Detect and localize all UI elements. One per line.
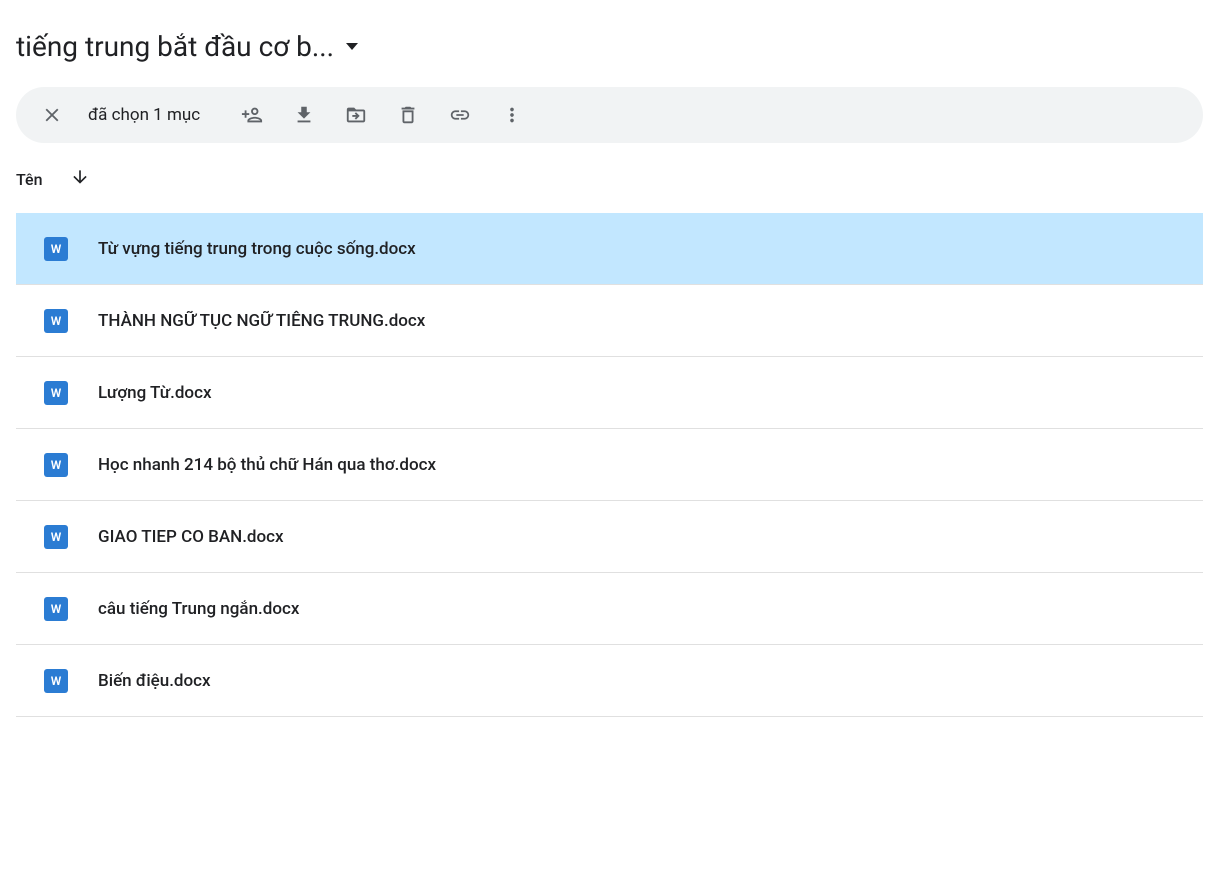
file-row[interactable]: W THÀNH NGỮ TỤC NGỮ TIÊNG TRUNG.docx bbox=[16, 285, 1203, 357]
selection-count-text: đã chọn 1 mục bbox=[88, 105, 200, 125]
folder-header: tiếng trung bắt đầu cơ b... bbox=[16, 16, 1203, 87]
file-name: câu tiếng Trung ngắn.docx bbox=[98, 599, 299, 619]
delete-button[interactable] bbox=[388, 95, 428, 135]
word-doc-icon: W bbox=[44, 381, 68, 405]
file-row[interactable]: W Biến điệu.docx bbox=[16, 645, 1203, 717]
word-doc-icon: W bbox=[44, 525, 68, 549]
folder-move-icon bbox=[345, 104, 367, 126]
word-doc-icon: W bbox=[44, 669, 68, 693]
word-doc-icon: W bbox=[44, 237, 68, 261]
download-button[interactable] bbox=[284, 95, 324, 135]
selection-toolbar: đã chọn 1 mục bbox=[16, 87, 1203, 143]
download-icon bbox=[293, 104, 315, 126]
caret-down-icon[interactable] bbox=[346, 43, 358, 50]
column-header-row: Tên bbox=[16, 143, 1203, 205]
link-icon bbox=[449, 104, 471, 126]
arrow-down-icon bbox=[70, 167, 90, 187]
word-doc-icon: W bbox=[44, 597, 68, 621]
more-button[interactable] bbox=[492, 95, 532, 135]
file-name: Biến điệu.docx bbox=[98, 671, 211, 691]
more-vert-icon bbox=[501, 104, 523, 126]
word-doc-icon: W bbox=[44, 453, 68, 477]
close-icon bbox=[41, 104, 63, 126]
link-button[interactable] bbox=[440, 95, 480, 135]
file-name: Học nhanh 214 bộ thủ chữ Hán qua thơ.doc… bbox=[98, 455, 436, 475]
file-list: W Từ vựng tiếng trung trong cuộc sống.doc… bbox=[16, 213, 1203, 717]
word-doc-icon: W bbox=[44, 309, 68, 333]
file-row[interactable]: W GIAO TIEP CO BAN.docx bbox=[16, 501, 1203, 573]
trash-icon bbox=[397, 104, 419, 126]
file-name: GIAO TIEP CO BAN.docx bbox=[98, 527, 284, 547]
person-add-icon bbox=[241, 104, 263, 126]
file-row[interactable]: W Lượng Từ.docx bbox=[16, 357, 1203, 429]
file-name: THÀNH NGỮ TỤC NGỮ TIÊNG TRUNG.docx bbox=[98, 311, 425, 331]
move-button[interactable] bbox=[336, 95, 376, 135]
sort-button[interactable] bbox=[70, 167, 90, 191]
share-button[interactable] bbox=[232, 95, 272, 135]
file-name: Từ vựng tiếng trung trong cuộc sống.docx bbox=[98, 239, 416, 259]
close-button[interactable] bbox=[32, 95, 72, 135]
file-name: Lượng Từ.docx bbox=[98, 383, 212, 403]
folder-title[interactable]: tiếng trung bắt đầu cơ b... bbox=[16, 30, 334, 63]
file-row[interactable]: Wcâu tiếng Trung ngắn.docx bbox=[16, 573, 1203, 645]
column-name-header[interactable]: Tên bbox=[16, 170, 42, 189]
file-row[interactable]: W Học nhanh 214 bộ thủ chữ Hán qua thơ.do… bbox=[16, 429, 1203, 501]
file-row[interactable]: W Từ vựng tiếng trung trong cuộc sống.doc… bbox=[16, 213, 1203, 285]
